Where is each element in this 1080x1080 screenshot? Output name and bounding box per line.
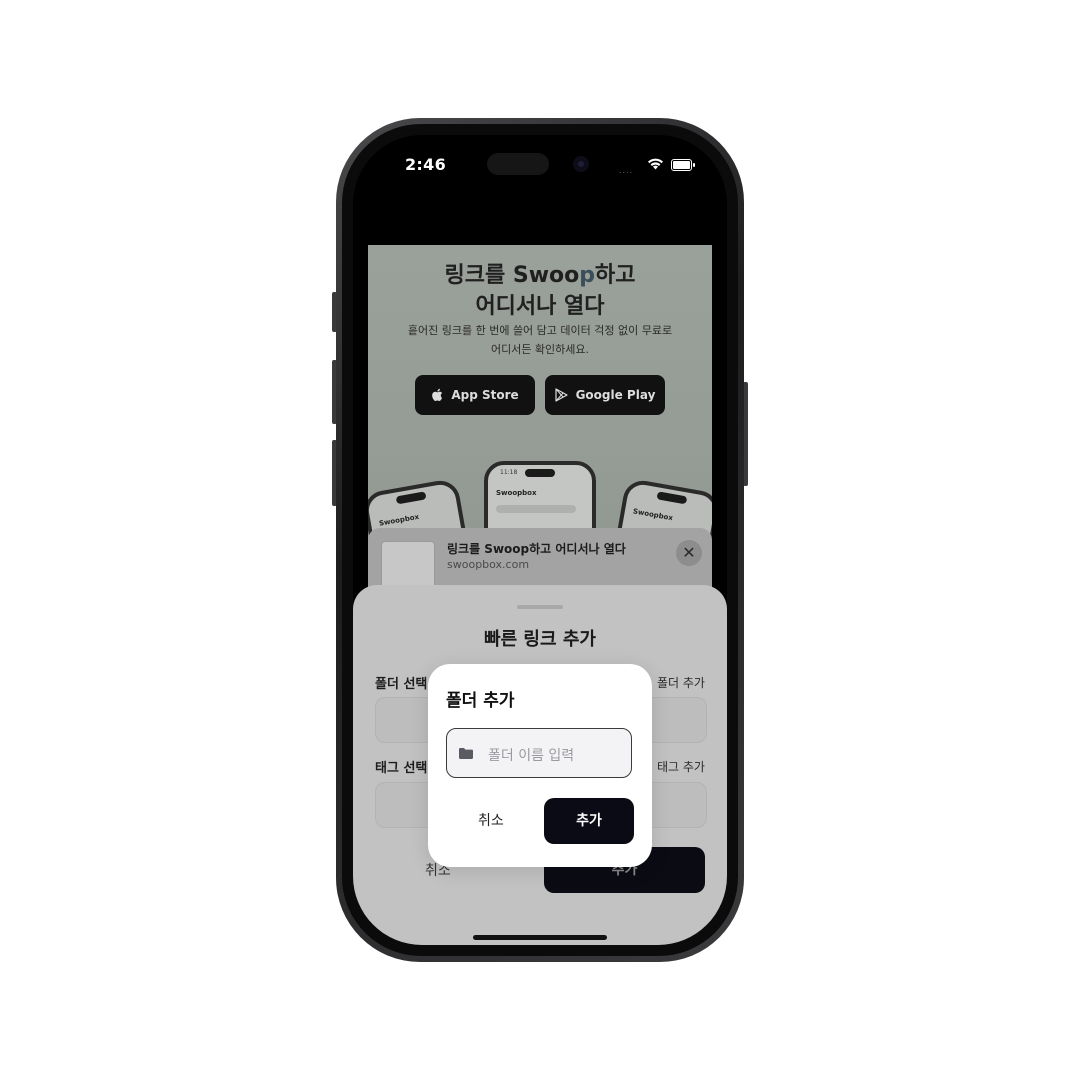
hero-title-suffix: 하고: [595, 263, 636, 288]
hero-description-line1: 흩어진 링크를 한 번에 쓸어 담고 데이터 걱정 없이 무료로: [407, 324, 673, 337]
hero-description-line2: 어디서든 확인하세요.: [490, 343, 590, 356]
cellular-signal-icon: ....: [619, 166, 634, 175]
mockup-search-bar: [496, 505, 576, 513]
google-play-label: Google Play: [575, 388, 656, 402]
dynamic-island: [487, 153, 549, 175]
status-time: 2:46: [405, 155, 446, 174]
sheet-title: 빠른 링크 추가: [484, 629, 596, 650]
mockup-time: 11:18: [500, 469, 518, 476]
link-title: 링크를 Swoop하고 어디서나 열다: [447, 542, 626, 556]
folder-select-label: 폴더 선택: [375, 677, 428, 692]
hero-description: 흩어진 링크를 한 번에 쓸어 담고 데이터 걱정 없이 무료로 어디서든 확인…: [388, 321, 692, 359]
apple-icon: [432, 388, 443, 401]
dialog-title: 폴더 추가: [446, 691, 515, 711]
folder-name-placeholder: 폴더 이름 입력: [488, 748, 575, 764]
google-play-icon: [554, 388, 568, 402]
wifi-icon: [648, 158, 663, 170]
tag-select-label: 태그 선택: [375, 761, 428, 776]
close-icon[interactable]: ✕: [676, 540, 702, 566]
folder-icon: [459, 748, 473, 759]
link-preview-banner: 링크를 Swoop하고 어디서나 열다 swoopbox.com ✕: [368, 528, 712, 590]
mockup-brand-right: Swoopbox: [632, 507, 674, 523]
mockup-notch: [656, 491, 688, 505]
app-store-label: App Store: [451, 388, 519, 402]
hero-title-line1: 링크를 Swoop하고: [368, 257, 712, 289]
hero-title-brand: Swoo: [512, 263, 580, 288]
link-thumbnail: [381, 541, 435, 589]
camera-icon: [573, 156, 589, 172]
add-folder-link[interactable]: 폴더 추가: [657, 674, 705, 691]
google-play-button[interactable]: Google Play: [545, 375, 665, 415]
hero-title-prefix: 링크를: [444, 263, 513, 288]
mockup-brand-left: Swoopbox: [378, 512, 420, 528]
dialog-add-button[interactable]: 추가: [544, 798, 634, 844]
folder-name-input[interactable]: 폴더 이름 입력: [446, 728, 632, 778]
add-tag-link[interactable]: 태그 추가: [657, 758, 705, 775]
hero-title-line2: 어디서나 열다: [475, 294, 605, 319]
mockup-brand-center: Swoopbox: [496, 489, 537, 497]
app-store-button[interactable]: App Store: [415, 375, 535, 415]
add-folder-dialog: 폴더 추가 폴더 이름 입력 취소 추가: [428, 664, 652, 867]
battery-icon: [671, 159, 695, 171]
home-indicator[interactable]: [473, 935, 607, 940]
mockup-notch: [525, 469, 555, 477]
hero-title-brand-accent: p: [579, 263, 596, 288]
link-url: swoopbox.com: [447, 558, 530, 571]
sheet-grabber[interactable]: [517, 605, 563, 609]
dialog-cancel-button[interactable]: 취소: [478, 810, 504, 830]
mockup-notch: [395, 491, 427, 505]
